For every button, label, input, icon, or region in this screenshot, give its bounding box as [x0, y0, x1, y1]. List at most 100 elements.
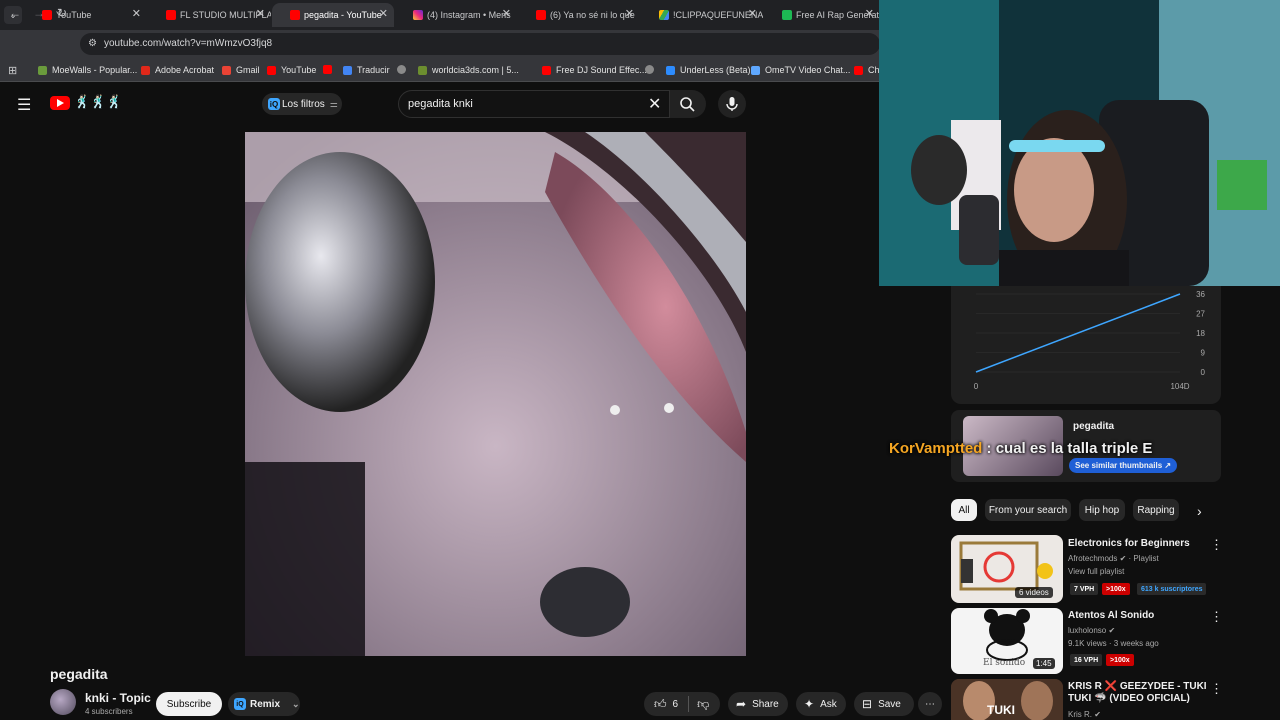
close-icon[interactable]: ✕	[748, 7, 757, 20]
globe-icon	[645, 65, 654, 74]
bookmark-item[interactable]	[323, 65, 337, 74]
close-icon[interactable]: ✕	[132, 7, 141, 20]
chart-x-tick-label: 0	[974, 382, 979, 391]
bookmark-item[interactable]	[645, 65, 659, 74]
rec-thumbnail[interactable]: 6 videos	[951, 535, 1063, 603]
divider	[688, 696, 690, 712]
like-count[interactable]: 6	[673, 699, 679, 710]
more-options-icon[interactable]: ⋮	[1210, 609, 1223, 625]
verified-icon: ✔	[1119, 554, 1127, 563]
video-player[interactable]	[245, 132, 746, 656]
subscribe-button[interactable]: Subscribe	[156, 692, 222, 716]
back-icon[interactable]: ←	[9, 6, 21, 20]
bookmark-item[interactable]: Traducir	[343, 65, 390, 75]
share-label: Share	[752, 698, 779, 710]
close-icon[interactable]: ✕	[865, 7, 874, 20]
see-similar-button[interactable]: See similar thumbnails ↗	[1069, 458, 1178, 473]
apps-grid-icon[interactable]: ⊞	[8, 64, 17, 77]
bookmark-item[interactable]: MoeWalls - Popular...	[38, 65, 137, 75]
thumbnail-caption: TUKI	[987, 703, 1015, 717]
bookmark-item[interactable]: Gmail	[222, 65, 260, 75]
card-title: pegadita	[1073, 421, 1115, 432]
remix-label: Remix	[250, 698, 281, 710]
dislike-icon[interactable]: 👎︎	[697, 697, 709, 712]
forward-icon[interactable]: →	[33, 6, 45, 20]
close-icon[interactable]: ✕	[502, 7, 511, 20]
browser-tab-active[interactable]: pegadita - YouTube ✕	[272, 3, 394, 27]
bookmark-item[interactable]: worldcia3ds.com | 5...	[418, 65, 519, 75]
bookmark-label: UnderLess (Beta)	[680, 65, 751, 75]
youtube-icon	[542, 65, 551, 75]
close-icon[interactable]: ✕	[625, 7, 634, 20]
logo-doodle: 🕺🏻🕺🏻🕺🏻	[74, 94, 123, 109]
save-label: Save	[878, 698, 901, 710]
chevron-down-icon[interactable]: ⌄	[292, 699, 300, 710]
browser-tab[interactable]: (6) Ya no sé ni lo que ✕	[518, 3, 640, 27]
voice-search-button[interactable]	[718, 90, 746, 118]
rec-title[interactable]: KRIS R ❌ GEEZYDEE - TUKI TUKI 🦈 (VIDEO OF…	[1068, 681, 1207, 705]
browser-tab[interactable]: !CLIPPAQUEFUNENA ✕	[641, 3, 763, 27]
views-line-chart: 36 27 18 9 0 0 104D	[974, 290, 1206, 391]
gmail-icon	[222, 65, 231, 75]
more-options-icon[interactable]: ⋮	[1210, 537, 1223, 553]
more-options-icon[interactable]: ⋮	[1210, 681, 1223, 697]
remix-button[interactable]: iQ Remix ⌄	[228, 692, 300, 716]
verified-icon: ✔	[1108, 626, 1116, 635]
bookmark-item[interactable]	[397, 65, 411, 74]
webcam-feed	[879, 0, 1280, 286]
site-info-icon[interactable]: ⚙	[88, 38, 97, 49]
reload-icon[interactable]: ↻	[57, 6, 67, 20]
chat-username: KorVamptted	[889, 440, 983, 457]
microphone-icon	[726, 97, 738, 111]
browser-tab[interactable]: (4) Instagram • Mens ✕	[395, 3, 517, 27]
chip-from-your-search[interactable]: From your search	[985, 499, 1071, 521]
bookmark-label: OmeTV Video Chat...	[765, 65, 851, 75]
menu-icon[interactable]: ☰	[17, 95, 31, 115]
chat-message-overlay: KorVamptted : cual es la talla triple E	[889, 440, 1152, 457]
chip-all[interactable]: All	[951, 499, 977, 521]
save-button[interactable]: ⊟ Save	[854, 692, 914, 716]
chip-hip-hop[interactable]: Hip hop	[1079, 499, 1125, 521]
browser-tab[interactable]: Free AI Rap Generat ✕	[764, 3, 880, 27]
close-icon[interactable]: ✕	[256, 7, 265, 20]
chip-rapping[interactable]: Rapping	[1133, 499, 1179, 521]
bookmark-label: Traducir	[357, 65, 390, 75]
channel-name[interactable]: Kris R.	[1068, 710, 1092, 719]
rec-thumbnail[interactable]: TUKI	[951, 679, 1063, 720]
bookmark-item[interactable]: OmeTV Video Chat...	[751, 65, 850, 75]
clear-search-icon[interactable]: ✕	[648, 94, 661, 114]
search-button[interactable]	[670, 90, 706, 118]
rec-title[interactable]: Electronics for Beginners	[1068, 538, 1190, 550]
share-button[interactable]: ➦ Share	[728, 692, 788, 716]
bookmark-label: worldcia3ds.com | 5...	[432, 65, 519, 75]
bookmark-item[interactable]: UnderLess (Beta)	[666, 65, 751, 75]
extension-icon: iQ	[268, 98, 280, 110]
browser-tab[interactable]: FL STUDIO MULTIPLA ✕	[148, 3, 271, 27]
close-icon[interactable]: ✕	[379, 7, 388, 20]
more-actions-button[interactable]: ⋯	[918, 692, 942, 716]
channel-name[interactable]: knki - Topic	[85, 691, 151, 705]
channel-name[interactable]: luxholonso	[1068, 626, 1106, 635]
view-full-playlist-link[interactable]: View full playlist	[1068, 567, 1124, 576]
bookmark-label: Free DJ Sound Effec...	[556, 65, 647, 75]
music-icon	[782, 10, 792, 20]
bookmark-item[interactable]: Ch	[854, 65, 880, 75]
channel-name[interactable]: Afrotechmods	[1068, 554, 1117, 563]
youtube-icon	[166, 10, 176, 20]
rec-title[interactable]: Atentos Al Sonido	[1068, 610, 1154, 622]
bookmark-item[interactable]: Free DJ Sound Effec...	[542, 65, 647, 75]
chevron-right-icon[interactable]: ›	[1197, 503, 1202, 519]
search-query-text[interactable]: pegadita knki	[408, 98, 473, 110]
filters-button[interactable]: iQ Los filtros ⚌	[262, 93, 342, 115]
like-icon[interactable]: 👍︎	[654, 697, 667, 712]
ask-button[interactable]: ✦ Ask	[796, 692, 846, 716]
like-dislike-group: 👍︎ 6 👎︎	[644, 692, 720, 716]
rec-title-line: TUKI 🦈 (VIDEO OFICIAL)	[1068, 693, 1190, 704]
duration-overlay: 1:45	[1033, 658, 1055, 669]
vph-badge: 7 VPH	[1070, 583, 1099, 595]
bookmark-item[interactable]: Adobe Acrobat	[141, 65, 214, 75]
bookmark-item[interactable]: YouTube	[267, 65, 316, 75]
rec-thumbnail[interactable]: El sonido 1:45	[951, 608, 1063, 674]
url-text[interactable]: youtube.com/watch?v=mWmzvO3fjq8	[104, 38, 272, 49]
channel-avatar[interactable]	[50, 689, 76, 715]
